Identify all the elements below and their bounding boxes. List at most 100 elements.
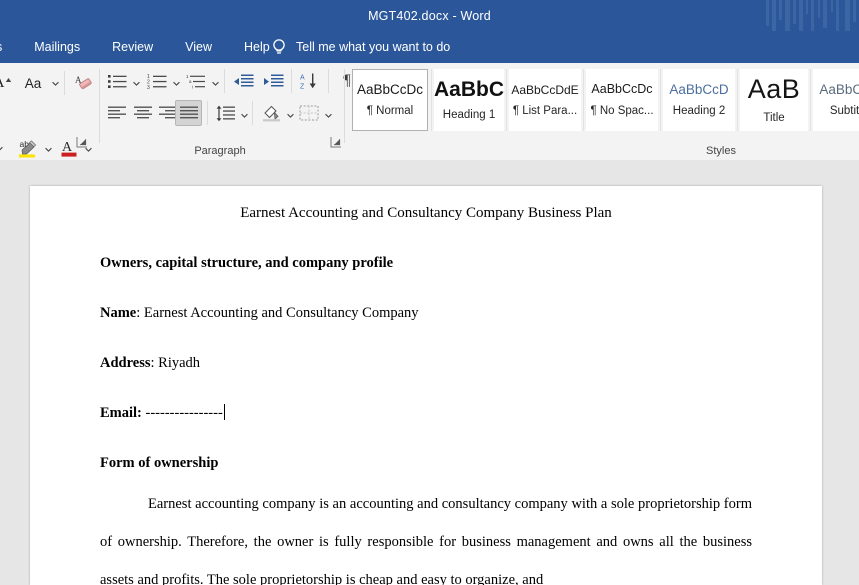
tab-references-clipped[interactable]: s (0, 31, 18, 63)
paragraph-text: Earnest accounting company is an account… (100, 495, 752, 585)
change-case-button[interactable]: Aa (16, 71, 50, 95)
style-item-list-paragraph[interactable]: AaBbCcDdE ¶ List Para... (509, 69, 581, 131)
paragraph-group-label: Paragraph (194, 145, 246, 157)
field-value-address: Riyadh (158, 354, 201, 371)
multilevel-list-chevron[interactable] (210, 73, 221, 93)
document-canvas[interactable]: Earnest Accounting and Consultancy Compa… (0, 160, 859, 585)
sort-icon: A Z (300, 73, 316, 90)
document-field-address: Address: Riyadh (100, 355, 752, 372)
tell-me-label: Tell me what you want to do (296, 40, 451, 54)
document-heading-form-of-ownership: Form of ownership (100, 454, 219, 471)
justify-button[interactable] (175, 100, 202, 126)
field-sep-name: : (136, 304, 144, 321)
style-item-no-spacing[interactable]: AaBbCcDc ¶ No Spac... (586, 69, 658, 131)
borders-chevron[interactable] (323, 105, 334, 125)
line-spacing-button[interactable] (212, 101, 238, 125)
change-case-label: Aa (24, 75, 42, 91)
tab-review[interactable]: Review (96, 31, 169, 63)
style-name: Heading 2 (672, 105, 726, 118)
style-item-heading-1[interactable]: AaBbC Heading 1 (434, 69, 504, 131)
style-name: Title (763, 112, 785, 124)
document-paragraph: Earnest accounting company is an account… (100, 486, 752, 585)
style-preview: AaBbCcDc (591, 83, 653, 96)
style-preview: AaBbCcDdE (511, 83, 579, 96)
numbering-chevron[interactable] (171, 73, 182, 93)
style-item-subtitle[interactable]: AaBbCcD Subtitle (813, 69, 859, 131)
align-left-button[interactable] (104, 101, 130, 125)
align-center-icon (134, 106, 152, 118)
field-label-email: Email: (100, 405, 142, 422)
style-item-heading-2[interactable]: AaBbCcD Heading 2 (663, 69, 735, 131)
line-spacing-icon (216, 105, 235, 121)
bullets-icon (107, 74, 126, 88)
paragraph-group: 1 2 3 1 a i A Z ¶ Paragraph (100, 63, 351, 160)
sort-button[interactable]: A Z (296, 69, 322, 93)
field-value-email: ---------------- (145, 405, 223, 422)
bullets-chevron[interactable] (131, 73, 142, 93)
field-value-name: Earnest Accounting and Consultancy Compa… (143, 304, 419, 321)
document-body[interactable]: Earnest Accounting and Consultancy Compa… (100, 186, 752, 585)
highlighter-icon: ab (18, 139, 36, 158)
tab-view[interactable]: View (169, 31, 228, 63)
document-heading-owners: Owners, capital structure, and company p… (100, 255, 394, 272)
style-preview: AaBbCcD (819, 82, 859, 97)
decrease-indent-icon (233, 74, 253, 86)
borders-icon (299, 105, 319, 121)
change-case-chevron[interactable] (50, 73, 61, 93)
increase-indent-icon (263, 74, 283, 86)
document-page[interactable]: Earnest Accounting and Consultancy Compa… (30, 186, 822, 585)
style-preview: AaBbCcD (669, 82, 729, 97)
style-item-normal[interactable]: AaBbCcDc ¶ Normal (352, 69, 428, 131)
numbering-button[interactable]: 1 2 3 (144, 69, 170, 93)
font-dialog-launcher[interactable] (76, 136, 88, 148)
font-group: A Aa A (0, 63, 92, 160)
style-name: ¶ No Spac... (590, 104, 654, 117)
line-spacing-chevron[interactable] (239, 105, 250, 125)
style-preview: AaBbCcDc (356, 82, 424, 97)
field-sep-address: : (150, 354, 159, 371)
grow-font-label: A (0, 75, 4, 92)
clear-formatting-button[interactable]: A (70, 71, 96, 95)
text-highlight-chevron[interactable] (43, 139, 54, 159)
shading-chevron[interactable] (285, 105, 296, 125)
text-cursor (223, 404, 225, 421)
ribbon-tabs: s Mailings Review View Help (0, 31, 286, 63)
style-item-title[interactable]: AaB Title (740, 69, 808, 131)
shading-icon (262, 105, 280, 122)
font-color-more-chevron[interactable] (0, 137, 8, 159)
bullets-button[interactable] (104, 69, 130, 93)
style-name: ¶ Normal (366, 105, 414, 118)
tell-me-search[interactable]: Tell me what you want to do (270, 31, 450, 63)
paragraph-dialog-launcher[interactable] (330, 136, 342, 148)
svg-text:3: 3 (147, 84, 150, 89)
svg-text:i: i (192, 84, 193, 89)
style-name: ¶ List Para... (512, 104, 578, 117)
borders-button[interactable] (296, 101, 322, 125)
svg-text:a: a (189, 79, 192, 84)
window-title: MGT402.docx - Word (368, 8, 491, 23)
lightbulb-icon (273, 39, 285, 54)
numbering-icon: 1 2 3 (147, 74, 166, 90)
styles-group: AaBbCcDc ¶ Normal AaBbC Heading 1 AaBbCc… (346, 63, 859, 160)
increase-indent-button[interactable] (260, 69, 286, 93)
style-name: Subtitle (829, 105, 859, 118)
title-bar: MGT402.docx - Word (0, 0, 859, 31)
style-name: Heading 1 (442, 109, 496, 121)
multilevel-list-icon: 1 a i (186, 74, 205, 89)
justify-icon (179, 106, 198, 118)
field-label-name: Name (100, 304, 137, 321)
document-title-line: Earnest Accounting and Consultancy Compa… (240, 205, 612, 221)
clear-formatting-icon: A (75, 75, 92, 90)
decrease-indent-button[interactable] (230, 69, 256, 93)
word-window: MGT402.docx - Word s Mailings Review Vie… (0, 0, 859, 585)
field-label-address: Address (100, 354, 151, 371)
grow-font-button[interactable]: A (0, 71, 15, 95)
styles-group-label: Styles (706, 145, 736, 157)
tab-mailings[interactable]: Mailings (18, 31, 96, 63)
document-field-email: Email: ---------------- (100, 404, 752, 422)
align-center-button[interactable] (130, 101, 156, 125)
text-highlight-color-button[interactable]: ab (14, 137, 42, 159)
ribbon: A Aa A (0, 63, 859, 161)
multilevel-list-button[interactable]: 1 a i (183, 69, 209, 93)
shading-button[interactable] (258, 101, 284, 125)
